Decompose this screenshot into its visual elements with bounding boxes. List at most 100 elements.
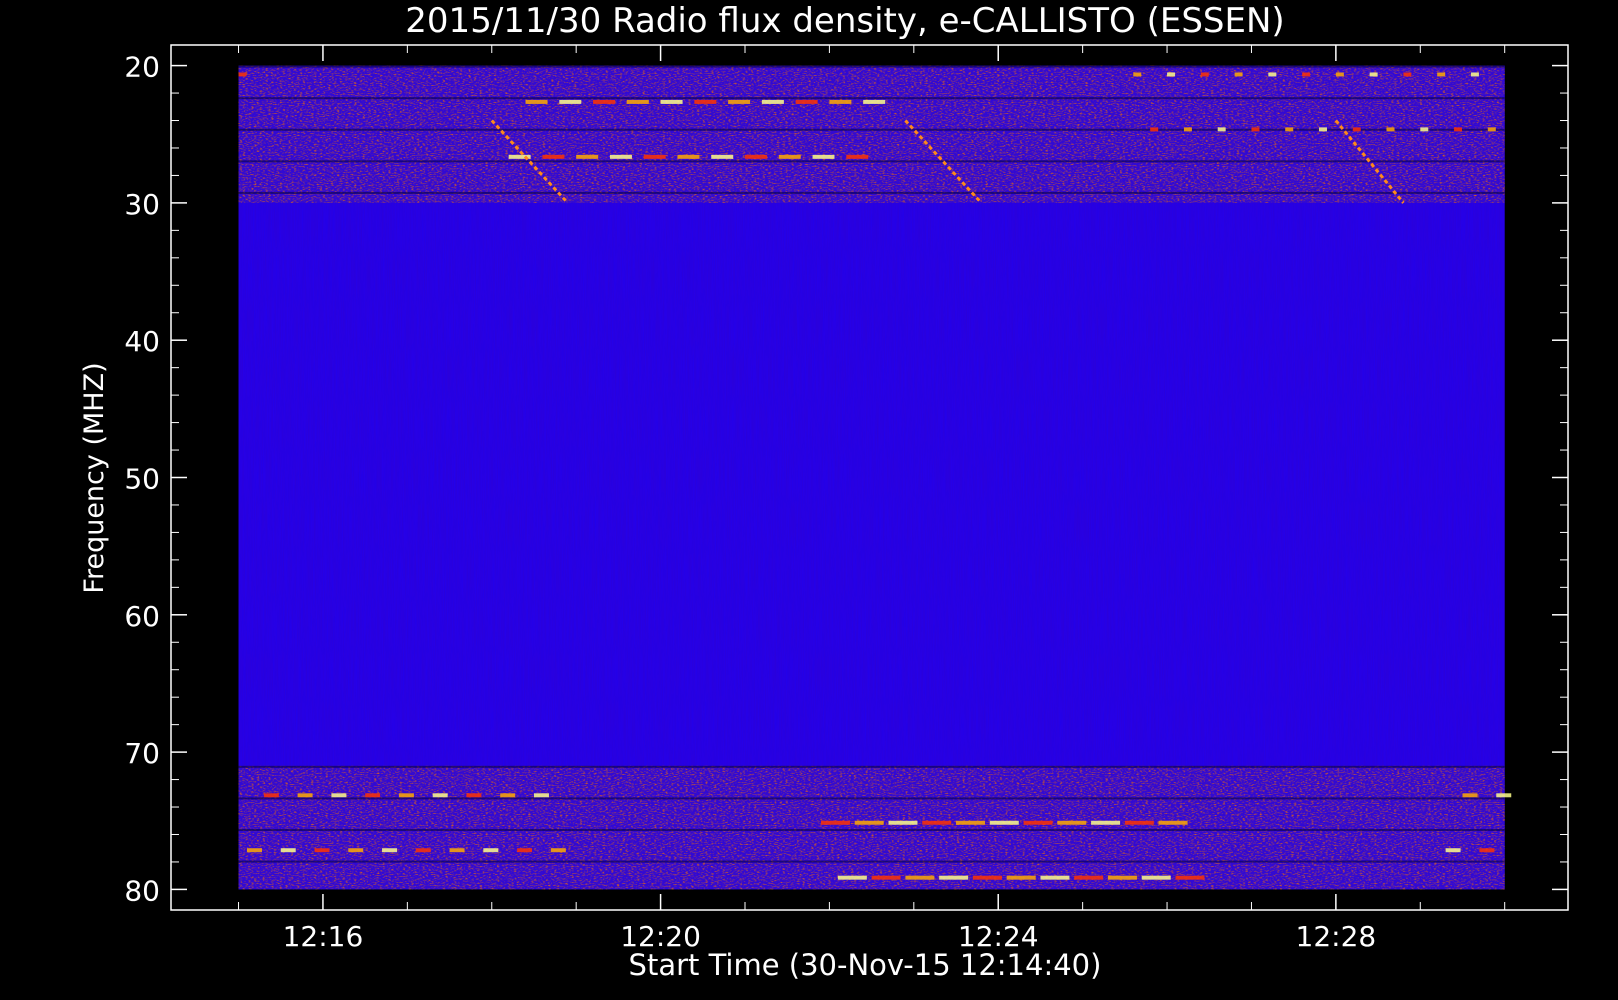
interference-blip (263, 793, 279, 798)
interference-blip (829, 99, 852, 104)
interference-blip (432, 793, 448, 798)
interference-blip (1462, 793, 1478, 798)
y-tick-label: 80 (124, 874, 160, 907)
interference-blip (297, 793, 313, 798)
interference-blip (1107, 875, 1137, 880)
interference-blip (1091, 820, 1121, 825)
interference-blip (415, 848, 431, 853)
interference-blip (1403, 72, 1412, 77)
interference-blip (1133, 72, 1142, 77)
interference-blip (761, 99, 784, 104)
interference-blip (888, 820, 918, 825)
interference-blip (1040, 875, 1070, 880)
interference-blip (711, 154, 734, 159)
interference-blip (905, 875, 935, 880)
interference-blip (500, 793, 516, 798)
interference-blip (1496, 793, 1512, 798)
interference-blip (609, 154, 632, 159)
interference-blip (1175, 875, 1205, 880)
interference-blip (1167, 72, 1176, 77)
band-stripe (238, 65, 1505, 68)
band-stripe (238, 860, 1505, 863)
interference-blip (837, 875, 867, 880)
interference-blip (593, 99, 616, 104)
y-axis-label: Frequency (MHZ) (79, 362, 110, 593)
interference-blip (1386, 127, 1395, 132)
interference-blip (1124, 820, 1154, 825)
interference-blip (542, 154, 565, 159)
interference-blip (1158, 820, 1188, 825)
interference-blip (1420, 127, 1429, 132)
interference-blip (871, 875, 901, 880)
y-tick-label: 50 (124, 463, 160, 496)
chart-title: 2015/11/30 Radio flux density, e-CALLIST… (405, 1, 1284, 41)
interference-blip (626, 99, 649, 104)
y-tick-label: 40 (124, 325, 160, 358)
interference-blip (238, 72, 247, 77)
interference-blip (517, 848, 533, 853)
x-tick-label: 12:28 (1296, 920, 1377, 953)
band-stripe (238, 97, 1505, 100)
interference-blip (1479, 848, 1495, 853)
interference-blip (246, 848, 262, 853)
interference-blip (1234, 72, 1243, 77)
band-stripe (238, 191, 1505, 194)
interference-blip (1057, 820, 1087, 825)
interference-blip (1318, 127, 1327, 132)
band-stripe (238, 828, 1505, 831)
interference-blip (1150, 127, 1159, 132)
spectrogram-image (238, 65, 1512, 890)
interference-blip (449, 848, 465, 853)
interference-blip (1487, 127, 1496, 132)
interference-blip (1335, 72, 1344, 77)
interference-blip (1285, 127, 1294, 132)
interference-blip (922, 820, 952, 825)
interference-blip (1445, 848, 1461, 853)
interference-blip (1200, 72, 1209, 77)
interference-blip (1369, 72, 1378, 77)
emission-band-texture-0 (238, 65, 1505, 203)
interference-blip (677, 154, 700, 159)
interference-blip (576, 154, 599, 159)
interference-blip (812, 154, 835, 159)
y-tick-label: 20 (124, 51, 160, 84)
y-tick-labels: 20 30 40 50 60 70 80 (124, 51, 160, 908)
interference-blip (863, 99, 886, 104)
interference-blip (956, 820, 986, 825)
interference-blip (525, 99, 548, 104)
interference-blip (398, 793, 414, 798)
x-axis-label: Start Time (30-Nov-15 12:14:40) (629, 948, 1102, 982)
interference-blip (1470, 72, 1479, 77)
interference-blip (1437, 72, 1446, 77)
interference-blip (533, 793, 549, 798)
interference-blip (348, 848, 364, 853)
interference-blip (744, 154, 767, 159)
y-tick-label: 70 (124, 737, 160, 770)
y-tick-label: 60 (124, 600, 160, 633)
interference-blip (314, 848, 330, 853)
band-stripe (238, 160, 1505, 163)
interference-blip (1251, 127, 1260, 132)
interference-blip (643, 154, 666, 159)
interference-blip (1268, 72, 1277, 77)
interference-blip (559, 99, 582, 104)
interference-blip (854, 820, 884, 825)
y-tick-label: 30 (124, 188, 160, 221)
band-stripe (238, 128, 1505, 131)
interference-blip (795, 99, 818, 104)
spectrogram-chart: 2015/11/30 Radio flux density, e-CALLIST… (79, 1, 1569, 982)
interference-blip (660, 99, 683, 104)
interference-blip (1302, 72, 1311, 77)
interference-blip (989, 820, 1019, 825)
interference-blip (1352, 127, 1361, 132)
interference-blip (694, 99, 717, 104)
interference-blip (939, 875, 969, 880)
interference-blip (1006, 875, 1036, 880)
interference-blip (1183, 127, 1192, 132)
interference-blip (331, 793, 347, 798)
emission-band-texture-1 (238, 765, 1505, 890)
interference-blip (466, 793, 482, 798)
interference-blip (778, 154, 801, 159)
interference-blip (972, 875, 1002, 880)
interference-blip (1217, 127, 1226, 132)
